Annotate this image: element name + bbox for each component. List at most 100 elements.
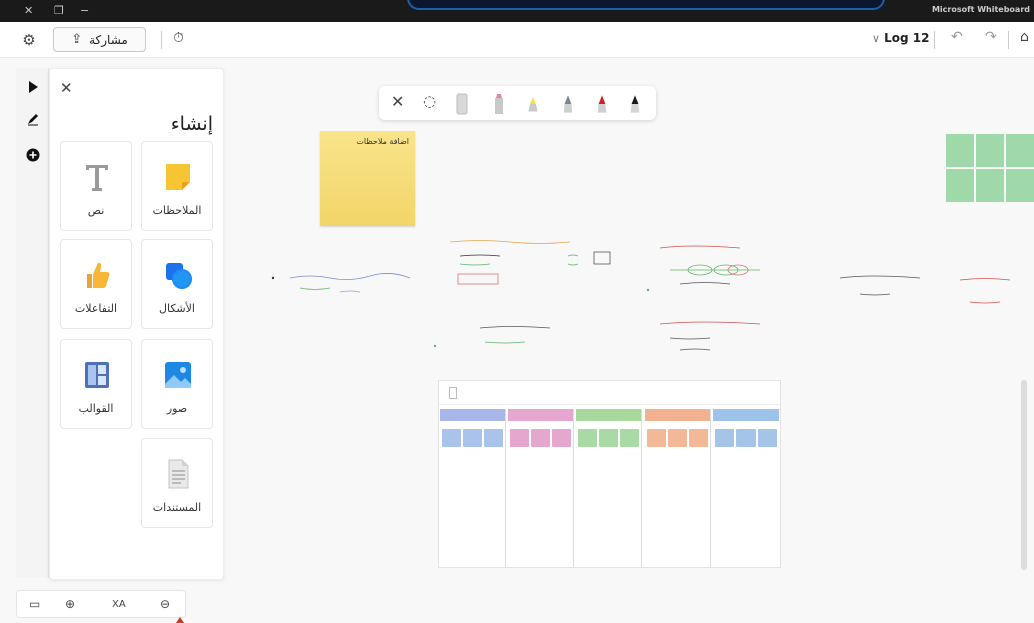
minimize-window-button[interactable]: − (80, 4, 89, 17)
close-window-button[interactable]: ✕ (24, 4, 33, 17)
tile-label: المستندات (152, 501, 202, 514)
board-column (645, 409, 711, 567)
image-icon (162, 358, 194, 392)
grid-cell (1006, 169, 1034, 202)
tile-label: نص (87, 204, 105, 217)
zoom-in-icon[interactable]: ⊕ (65, 597, 75, 611)
grid-cell (1006, 134, 1034, 167)
board-name-selector[interactable]: ∨ Log 12 (872, 31, 929, 45)
template-green-grid[interactable] (946, 134, 1034, 202)
card (578, 429, 597, 447)
undo-icon[interactable]: ↶ (951, 29, 963, 45)
share-label: مشاركة (89, 32, 128, 47)
highlighter-pink-icon[interactable] (493, 92, 505, 116)
share-icon: ⇪ (71, 32, 83, 47)
create-templates[interactable]: القوالب (60, 339, 132, 429)
sticky-note-text: اضافة ملاحظات (356, 137, 409, 146)
create-documents[interactable]: المستندات (141, 438, 213, 528)
create-reactions[interactable]: التفاعلات (60, 239, 132, 329)
chevron-down-icon: ∨ (872, 31, 881, 45)
retrospective-board[interactable] (438, 380, 781, 568)
ink-scribbles (271, 240, 1011, 351)
text-icon (81, 160, 113, 194)
board-column (440, 409, 506, 567)
grid-cell (976, 134, 1004, 167)
tile-label: صور (166, 402, 188, 415)
divider (934, 31, 935, 49)
select-arrow-icon[interactable] (24, 80, 42, 98)
card (736, 429, 756, 447)
create-images[interactable]: صور (141, 339, 213, 429)
tile-label: الأشكال (159, 302, 195, 315)
highlighter-yellow-icon[interactable] (527, 92, 539, 116)
pen-gray-icon[interactable] (562, 92, 574, 116)
tool-rail (16, 68, 49, 578)
grid-cell (946, 134, 974, 167)
card (484, 429, 503, 447)
create-shapes[interactable]: الأشكال (141, 239, 213, 329)
timer-icon[interactable]: ⏱ (173, 30, 184, 46)
restore-window-button[interactable]: ❐ (54, 4, 64, 17)
sticky-note[interactable]: اضافة ملاحظات (320, 131, 415, 226)
add-icon[interactable] (24, 148, 42, 166)
window-title-bar: ✕ ❐ − Microsoft Whiteboard (0, 0, 1034, 22)
card (620, 429, 639, 447)
eraser-icon[interactable] (456, 92, 468, 116)
card (757, 429, 777, 447)
document-icon (162, 457, 194, 491)
zoom-toolbar: ▭ ⊕ XA ⊖ (16, 590, 186, 618)
card (531, 429, 550, 447)
card (442, 429, 461, 447)
board-column (576, 409, 642, 567)
card (510, 429, 529, 447)
redo-icon[interactable]: ↷ (985, 29, 997, 45)
panel-title: إنشاء (170, 113, 213, 135)
zoom-level: XA (112, 599, 126, 610)
sticky-note-icon (162, 160, 194, 194)
grid-cell (946, 169, 974, 202)
card (668, 429, 687, 447)
column-header (508, 409, 573, 421)
board-name: Log 12 (884, 31, 930, 45)
card (715, 429, 735, 447)
app-title: Microsoft Whiteboard (931, 5, 1030, 14)
column-header (576, 409, 641, 421)
recording-indicator (407, 0, 885, 10)
vertical-scrollbar[interactable] (1021, 380, 1027, 570)
board-column (508, 409, 574, 567)
close-ink-toolbar-button[interactable]: ✕ (391, 92, 404, 111)
board-logo (449, 387, 457, 399)
lasso-icon[interactable]: ◌ (423, 92, 436, 110)
templates-icon (81, 358, 113, 392)
grid-cell (976, 169, 1004, 202)
close-panel-button[interactable]: ✕ (60, 79, 73, 97)
board-header (439, 381, 780, 405)
home-icon[interactable]: ⌂ (1020, 29, 1029, 45)
shapes-icon (162, 258, 194, 292)
tile-label: القوالب (78, 402, 114, 415)
create-text[interactable]: نص (60, 141, 132, 231)
share-button[interactable]: مشاركة ⇪ (53, 27, 146, 52)
create-sticky-notes[interactable]: الملاحظات (141, 141, 213, 231)
card (463, 429, 482, 447)
board-column (713, 409, 779, 567)
tile-label: التفاعلات (74, 302, 118, 315)
divider (161, 31, 162, 49)
card (689, 429, 708, 447)
zoom-out-icon[interactable]: ⊖ (160, 597, 170, 611)
fit-screen-icon[interactable]: ▭ (29, 597, 40, 611)
column-header (713, 409, 779, 421)
column-header (645, 409, 710, 421)
command-bar: ⚙ مشاركة ⇪ ⏱ ∨ Log 12 ↶ ↷ ⌂ (0, 22, 1034, 58)
tile-label: الملاحظات (152, 204, 202, 217)
divider (1008, 31, 1009, 49)
pen-black-icon[interactable] (629, 92, 641, 116)
card (552, 429, 571, 447)
gear-icon[interactable]: ⚙ (20, 31, 38, 49)
card (647, 429, 666, 447)
pen-icon[interactable] (24, 112, 42, 130)
card (599, 429, 618, 447)
pen-red-icon[interactable] (596, 92, 608, 116)
column-header (440, 409, 505, 421)
reactions-icon (81, 258, 113, 292)
